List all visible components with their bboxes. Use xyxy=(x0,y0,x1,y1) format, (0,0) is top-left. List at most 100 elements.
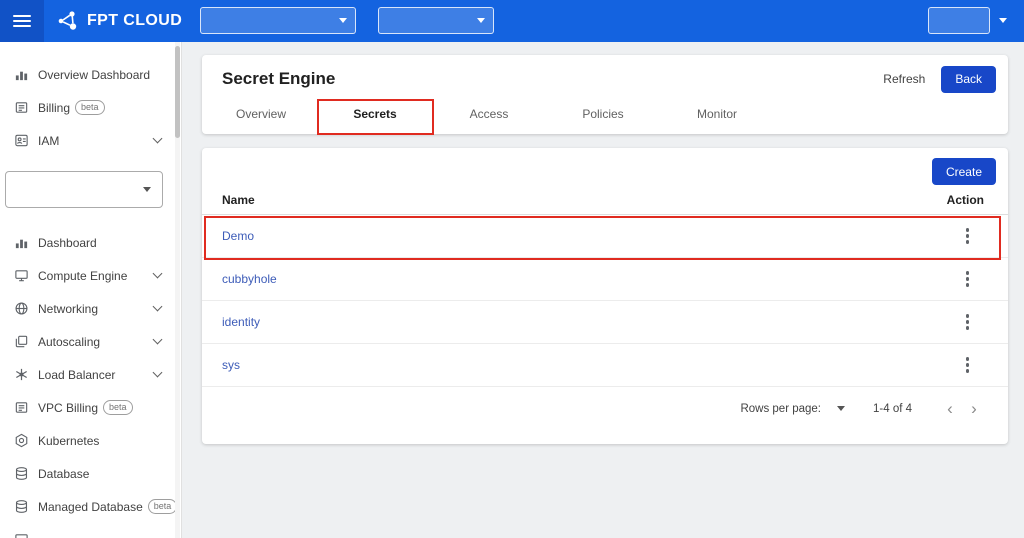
sidebar-item-label: Dashboard xyxy=(38,236,97,250)
table-row: identity xyxy=(202,301,1008,344)
back-button[interactable]: Back xyxy=(941,66,996,93)
secrets-table-card: Create Name Action Demo cubbyhole identi… xyxy=(202,148,1008,444)
database-icon xyxy=(13,499,29,515)
sidebar-item-label: Autoscaling xyxy=(38,335,100,349)
pagination-range: 1-4 of 4 xyxy=(873,403,912,415)
sidebar-item-autoscaling[interactable]: Autoscaling xyxy=(0,325,181,358)
chevron-down-icon xyxy=(999,18,1007,23)
tab-secrets[interactable]: Secrets xyxy=(318,107,432,121)
kebab-menu-icon[interactable] xyxy=(963,353,973,377)
kebab-menu-icon[interactable] xyxy=(963,267,973,291)
chevron-down-icon xyxy=(153,269,163,279)
create-button[interactable]: Create xyxy=(932,158,996,185)
sidebar-item-managed-database[interactable]: Managed Database beta xyxy=(0,490,181,523)
sidebar-item-label: Overview Dashboard xyxy=(38,68,150,82)
kebab-menu-icon[interactable] xyxy=(963,224,973,248)
beta-badge: beta xyxy=(148,499,178,514)
sidebar-project-select[interactable] xyxy=(5,171,163,208)
hamburger-menu-button[interactable] xyxy=(0,0,44,42)
pagination: Rows per page: 1-4 of 4 ‹ › xyxy=(202,387,1008,430)
tab-monitor[interactable]: Monitor xyxy=(660,107,774,121)
sidebar-item-vpc-billing[interactable]: VPC Billing beta xyxy=(0,391,181,424)
brand-logo: FPT CLOUD xyxy=(56,9,182,33)
secret-engine-link-sys[interactable]: sys xyxy=(222,358,963,372)
sidebar-item-overview-dashboard[interactable]: Overview Dashboard xyxy=(0,58,181,91)
kebab-menu-icon[interactable] xyxy=(963,310,973,334)
sidebar-item-partial[interactable] xyxy=(0,523,181,538)
sidebar-item-dashboard[interactable]: Dashboard xyxy=(0,226,181,259)
page-header-card: Secret Engine Refresh Back Overview Secr… xyxy=(202,55,1008,134)
sidebar-item-database[interactable]: Database xyxy=(0,457,181,490)
tab-policies[interactable]: Policies xyxy=(546,107,660,121)
chevron-down-icon xyxy=(477,18,485,23)
topbar-select-2[interactable] xyxy=(378,7,494,34)
secret-engine-link-cubbyhole[interactable]: cubbyhole xyxy=(222,272,963,286)
sidebar-item-load-balancer[interactable]: Load Balancer xyxy=(0,358,181,391)
previous-page-button[interactable]: ‹ xyxy=(938,400,962,417)
beta-badge: beta xyxy=(75,100,105,115)
sidebar-item-label: Kubernetes xyxy=(38,434,99,448)
secret-engine-link-identity[interactable]: identity xyxy=(222,315,963,329)
chevron-down-icon xyxy=(143,187,151,192)
chevron-down-icon xyxy=(153,302,163,312)
monitor-icon xyxy=(13,532,29,538)
chevron-down-icon xyxy=(339,18,347,23)
sidebar-item-label: Networking xyxy=(38,302,98,316)
page-header: Secret Engine Refresh Back xyxy=(202,55,1008,95)
user-menu[interactable] xyxy=(928,7,1007,34)
table-row: sys xyxy=(202,344,1008,387)
sidebar-item-billing[interactable]: Billing beta xyxy=(0,91,181,124)
sidebar-item-compute-engine[interactable]: Compute Engine xyxy=(0,259,181,292)
hub-icon xyxy=(13,367,29,383)
sidebar-item-label: VPC Billing xyxy=(38,401,98,415)
sidebar-item-networking[interactable]: Networking xyxy=(0,292,181,325)
column-name: Name xyxy=(222,193,947,207)
billing-icon xyxy=(13,400,29,416)
table-header: Name Action xyxy=(202,185,1008,215)
sidebar-item-label: Managed Database xyxy=(38,500,143,514)
monitor-icon xyxy=(13,268,29,284)
tab-access[interactable]: Access xyxy=(432,107,546,121)
refresh-button[interactable]: Refresh xyxy=(883,72,925,86)
tab-overview[interactable]: Overview xyxy=(204,107,318,121)
hamburger-icon xyxy=(13,15,31,27)
sidebar-scrollbar-thumb[interactable] xyxy=(175,46,180,138)
tab-bar: Overview Secrets Access Policies Monitor xyxy=(202,95,1008,133)
table-toolbar: Create xyxy=(202,148,1008,185)
layers-icon xyxy=(13,334,29,350)
topbar-select-1[interactable] xyxy=(200,7,356,34)
sidebar-item-label: IAM xyxy=(38,134,59,148)
topbar: FPT CLOUD xyxy=(0,0,1024,42)
table-row: cubbyhole xyxy=(202,258,1008,301)
page-title: Secret Engine xyxy=(222,69,883,89)
secret-engine-link-demo[interactable]: Demo xyxy=(222,229,963,243)
table-row: Demo xyxy=(202,215,1008,258)
brand-name: FPT CLOUD xyxy=(87,12,182,30)
rows-per-page-select[interactable] xyxy=(837,406,845,411)
sidebar-item-label: Billing xyxy=(38,101,70,115)
sidebar-item-label: Database xyxy=(38,467,89,481)
chevron-down-icon xyxy=(153,368,163,378)
sidebar-item-label: Load Balancer xyxy=(38,368,115,382)
user-select[interactable] xyxy=(928,7,990,34)
chevron-down-icon xyxy=(153,134,163,144)
sidebar-item-label: Compute Engine xyxy=(38,269,127,283)
database-icon xyxy=(13,466,29,482)
sidebar-scrollbar[interactable] xyxy=(175,42,180,538)
bar-chart-icon xyxy=(13,67,29,83)
bar-chart-icon xyxy=(13,235,29,251)
billing-icon xyxy=(13,100,29,116)
sidebar-item-kubernetes[interactable]: Kubernetes xyxy=(0,424,181,457)
next-page-button[interactable]: › xyxy=(962,400,986,417)
fpt-cloud-logo-icon xyxy=(56,9,80,33)
sidebar-main-group: Dashboard Compute Engine Networking Auto… xyxy=(0,226,181,538)
rows-per-page-label: Rows per page: xyxy=(740,403,821,415)
iam-icon xyxy=(13,133,29,149)
beta-badge: beta xyxy=(103,400,133,415)
kubernetes-icon xyxy=(13,433,29,449)
globe-icon xyxy=(13,301,29,317)
chevron-down-icon xyxy=(153,335,163,345)
sidebar: Overview Dashboard Billing beta IAM Dash… xyxy=(0,42,182,538)
sidebar-item-iam[interactable]: IAM xyxy=(0,124,181,157)
column-action: Action xyxy=(947,193,984,207)
